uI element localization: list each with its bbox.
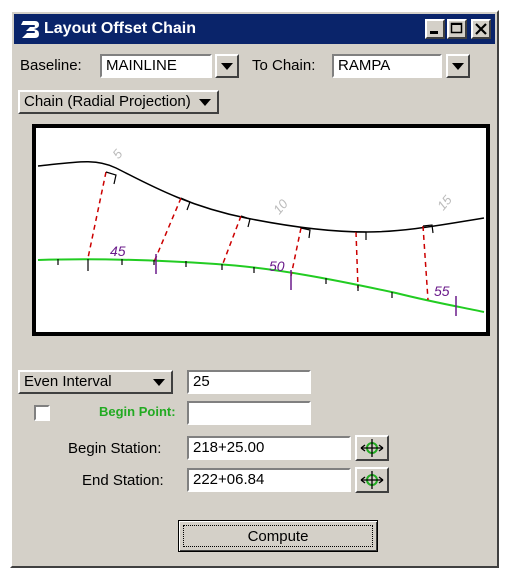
projection-line xyxy=(153,197,182,263)
begin-point-checkbox[interactable] xyxy=(34,405,50,421)
to-chain-select[interactable]: RAMPA xyxy=(332,54,442,78)
end-station-field[interactable]: 222+06.84 xyxy=(187,468,351,492)
projection-lines xyxy=(87,171,429,301)
chevron-down-icon xyxy=(452,63,464,70)
projection-line xyxy=(290,227,302,277)
right-angle-marker xyxy=(300,227,311,239)
baseline-station-label: 5 xyxy=(109,146,126,162)
chevron-down-icon xyxy=(198,99,211,106)
to-chain-label: To Chain: xyxy=(252,57,316,74)
projection-method-select[interactable]: Chain (Radial Projection) xyxy=(18,90,219,114)
title-bar[interactable]: Layout Offset Chain xyxy=(14,14,495,44)
right-angle-marker xyxy=(356,231,367,240)
projection-line xyxy=(355,231,359,289)
baseline-dropdown-button[interactable] xyxy=(215,54,239,78)
chevron-down-icon xyxy=(221,63,233,70)
projection-line xyxy=(422,225,429,301)
to-chain-dropdown-button[interactable] xyxy=(446,54,470,78)
locate-target-icon xyxy=(360,439,384,457)
offset-station-labels: 45 50 55 xyxy=(110,243,450,299)
interval-mode-select[interactable]: Even Interval xyxy=(18,370,173,394)
offset-chain-diagram: 45 50 55 5 10 15 xyxy=(36,128,486,332)
close-icon xyxy=(475,23,487,35)
interval-mode-value: Even Interval xyxy=(24,373,112,390)
minimize-icon xyxy=(430,31,438,34)
right-angle-markers xyxy=(105,171,434,240)
close-button[interactable] xyxy=(471,19,491,39)
preview-canvas: 45 50 55 5 10 15 xyxy=(32,124,490,336)
baseline-station-label: 10 xyxy=(270,196,291,217)
offset-station-label: 45 xyxy=(110,243,126,259)
end-station-label: End Station: xyxy=(82,472,164,489)
begin-station-locate-button[interactable] xyxy=(355,435,389,461)
baseline-chain-line xyxy=(37,160,485,233)
projection-method-value: Chain (Radial Projection) xyxy=(24,93,191,110)
begin-station-field[interactable]: 218+25.00 xyxy=(187,436,351,460)
offset-station-label: 50 xyxy=(269,258,285,274)
compute-button[interactable]: Compute xyxy=(178,520,378,552)
window-title: Layout Offset Chain xyxy=(44,20,197,37)
projection-line xyxy=(221,215,242,267)
compute-button-label: Compute xyxy=(183,525,373,547)
maximize-icon xyxy=(450,22,463,34)
locate-target-icon xyxy=(360,471,384,489)
end-station-locate-button[interactable] xyxy=(355,467,389,493)
app-icon xyxy=(18,17,42,41)
baseline-label: Baseline: xyxy=(20,57,82,74)
projection-line xyxy=(87,171,107,259)
begin-point-label: Begin Point: xyxy=(99,404,176,419)
interval-value-field[interactable]: 25 xyxy=(187,370,311,394)
baseline-station-labels: 5 10 15 xyxy=(109,146,455,217)
begin-station-label: Begin Station: xyxy=(68,440,162,457)
baseline-select[interactable]: MAINLINE xyxy=(100,54,212,78)
layout-offset-chain-window: Layout Offset Chain Baseline: MAINLINE T… xyxy=(10,10,499,568)
begin-point-field[interactable] xyxy=(187,401,311,425)
maximize-button[interactable] xyxy=(447,19,467,39)
offset-station-label: 55 xyxy=(434,283,450,299)
offset-chain-line xyxy=(37,258,485,313)
baseline-station-label: 15 xyxy=(434,192,455,213)
right-angle-marker xyxy=(105,171,117,185)
chevron-down-icon xyxy=(153,379,165,386)
minimize-button[interactable] xyxy=(425,19,445,39)
